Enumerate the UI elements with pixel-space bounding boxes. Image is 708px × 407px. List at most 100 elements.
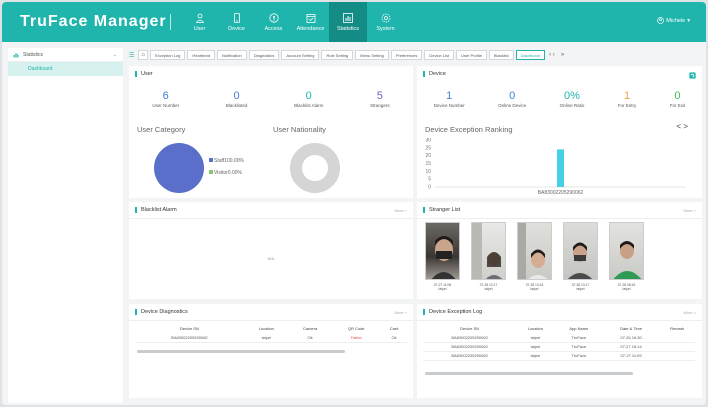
exception-log-table: Device SN Location App Name Date & Time …: [423, 324, 695, 361]
cell-date-time: 07-26 16:30: [602, 333, 660, 343]
user-icon: [195, 13, 204, 23]
stat-strangers: 5 Strangers: [370, 90, 390, 108]
sidebar-group-statistics[interactable]: Statistics ⌄: [8, 48, 123, 62]
stranger-photo[interactable]: [563, 222, 598, 280]
collapse-menu-button[interactable]: ☰: [127, 50, 136, 60]
chart-icon: [13, 52, 19, 57]
blacklist-alarm-panel: Blacklist Alarm More > N/A: [129, 202, 413, 299]
table-row[interactable]: BA83002205290062 taipei TruFace 07-27 11…: [423, 351, 695, 361]
table-row[interactable]: BA83002205290062 taipei TruFace 07-26 16…: [423, 333, 695, 343]
cell-qr-code: Failed: [331, 333, 382, 343]
tabs-scroll-button[interactable]: ‹ ›: [547, 50, 557, 60]
access-icon: [268, 12, 279, 23]
tab-diagnostics[interactable]: Diagnostics: [248, 50, 280, 60]
tab-exception-log[interactable]: Exception Log: [150, 50, 186, 60]
stat-label: Blacklisted: [225, 103, 248, 108]
tab-blacklist[interactable]: Blacklist: [488, 50, 514, 60]
nav-statistics-label: Statistics: [336, 25, 359, 32]
stat-value: 6: [162, 90, 169, 102]
table-header: Device SN Location Camera QR Code Card: [135, 324, 407, 333]
stat-online-ratio: 0% Online Ratio: [560, 90, 585, 108]
tab-preferences[interactable]: Preferences: [390, 50, 423, 60]
tab-account-setting[interactable]: Account Setting: [281, 50, 320, 60]
chevron-down-icon: ⌄: [112, 51, 117, 58]
cell-location: taipei: [516, 342, 555, 352]
stranger-caption: 07-28 08:16 taipei: [609, 283, 644, 291]
stranger-face: [613, 241, 642, 279]
stranger-place: taipei: [438, 287, 447, 291]
ranking-nav-buttons[interactable]: < >: [676, 122, 688, 131]
legend-label: Staff100.00%: [214, 158, 244, 164]
user-panel: User 6 User Number 0 Blacklisted 0 Blacklis…: [129, 66, 413, 198]
stat-label: Online Ratio: [559, 103, 585, 108]
panel-title: Blacklist Alarm: [135, 207, 177, 213]
cell-date-time: 07-27 15:14: [602, 342, 660, 352]
nav-statistics[interactable]: Statistics: [329, 2, 367, 42]
divider: [129, 320, 413, 321]
nav-device[interactable]: Device: [218, 2, 255, 42]
sidebar-item-dashboard[interactable]: Dashboard: [8, 62, 123, 76]
table-row[interactable]: BA83002205290062 taipei TruFace 07-27 15…: [423, 342, 695, 352]
y-tick-label: 20: [425, 153, 431, 159]
stat-label: Online Device: [498, 103, 527, 108]
user-nationality-donut: [290, 143, 340, 193]
y-tick-label: 10: [425, 169, 431, 175]
cell-location: taipei: [516, 351, 555, 361]
ranking-title: Device Exception Ranking: [425, 125, 513, 134]
tab-device-list[interactable]: Device List: [424, 50, 454, 60]
y-tick-label: 25: [425, 145, 431, 151]
tabs-menu-button[interactable]: »: [559, 50, 566, 60]
more-link[interactable]: More >: [683, 208, 696, 213]
col-location: Location: [258, 326, 274, 331]
nav-attendance[interactable]: Attendance: [292, 2, 329, 42]
stat-value: 0: [674, 90, 681, 102]
table-header: Device SN Location App Name Date & Time …: [423, 324, 695, 333]
stat-blacklist-alarm: 0 Blacklist Alarm: [294, 90, 323, 108]
refresh-icon[interactable]: [689, 72, 696, 79]
panel-title: Stranger List: [423, 207, 460, 213]
system-icon: [381, 13, 390, 22]
top-bar: TruFace Manager User Device Access Atten…: [2, 2, 706, 42]
stranger-photo[interactable]: [517, 222, 552, 280]
table-row[interactable]: BA83002205290062 taipei Ok Failed Ok: [135, 333, 407, 343]
stranger-caption: 07-27 11:06 taipei: [425, 283, 460, 291]
stat-label: For Entry: [617, 103, 637, 108]
cell-device-sn: BA83002205290062: [423, 351, 517, 361]
tab-user-profile[interactable]: User Profile: [455, 50, 487, 60]
device-exception-log-panel: Device Exception Log More > Device SN Lo…: [417, 304, 702, 398]
cell-app-name: TruFace: [554, 333, 603, 343]
exception-ranking-chart: 3025 20 15 10 5 0 BA83002205290062: [425, 138, 686, 196]
stranger-caption: 07-28 10:16 taipei: [517, 283, 552, 291]
x-tick-label: BA83002205290062: [538, 190, 584, 196]
tab-notification[interactable]: Notification: [216, 50, 247, 60]
nav-access[interactable]: Access: [255, 2, 292, 42]
cell-app-name: TruFace: [554, 342, 603, 352]
user-menu[interactable]: Michele ▾: [657, 17, 690, 24]
stat-for-exit: 0 For Exit: [670, 90, 686, 108]
tab-heartbeat[interactable]: Heartbeat: [187, 50, 215, 60]
nav-system[interactable]: System: [367, 2, 404, 42]
horizontal-scrollbar[interactable]: [425, 372, 633, 375]
stranger-photo[interactable]: [425, 222, 460, 280]
more-link[interactable]: More >: [394, 310, 407, 315]
device-stats: 1 Device Number 0 Online Device 0% Online R…: [417, 90, 702, 108]
col-date-time: Date & Time: [620, 326, 643, 331]
tab-role-setting[interactable]: Role Setting: [321, 50, 354, 60]
tab-dashboard[interactable]: Dashboard: [515, 50, 546, 60]
home-icon: ⌂: [141, 52, 146, 58]
more-link[interactable]: More >: [683, 310, 696, 315]
tab-menu-setting[interactable]: Menu Setting: [355, 50, 389, 60]
more-link[interactable]: More >: [394, 208, 407, 213]
sidebar: Statistics ⌄ Dashboard: [8, 48, 123, 403]
horizontal-scrollbar[interactable]: [137, 350, 345, 353]
home-tab[interactable]: ⌂: [138, 50, 149, 60]
cell-camera: Ok: [288, 333, 332, 343]
stat-value: 1: [446, 90, 453, 102]
nav-user[interactable]: User: [181, 2, 218, 42]
stat-label: Device Number: [433, 103, 465, 108]
stranger-photo[interactable]: [609, 222, 644, 280]
stranger-list-panel: Stranger List More > 07-27 11:06 taipei 0…: [417, 202, 702, 299]
stat-online-device: 0 Online Device: [498, 90, 526, 108]
cell-device-sn: BA83002205290062: [423, 333, 517, 343]
stranger-photo[interactable]: [471, 222, 506, 280]
